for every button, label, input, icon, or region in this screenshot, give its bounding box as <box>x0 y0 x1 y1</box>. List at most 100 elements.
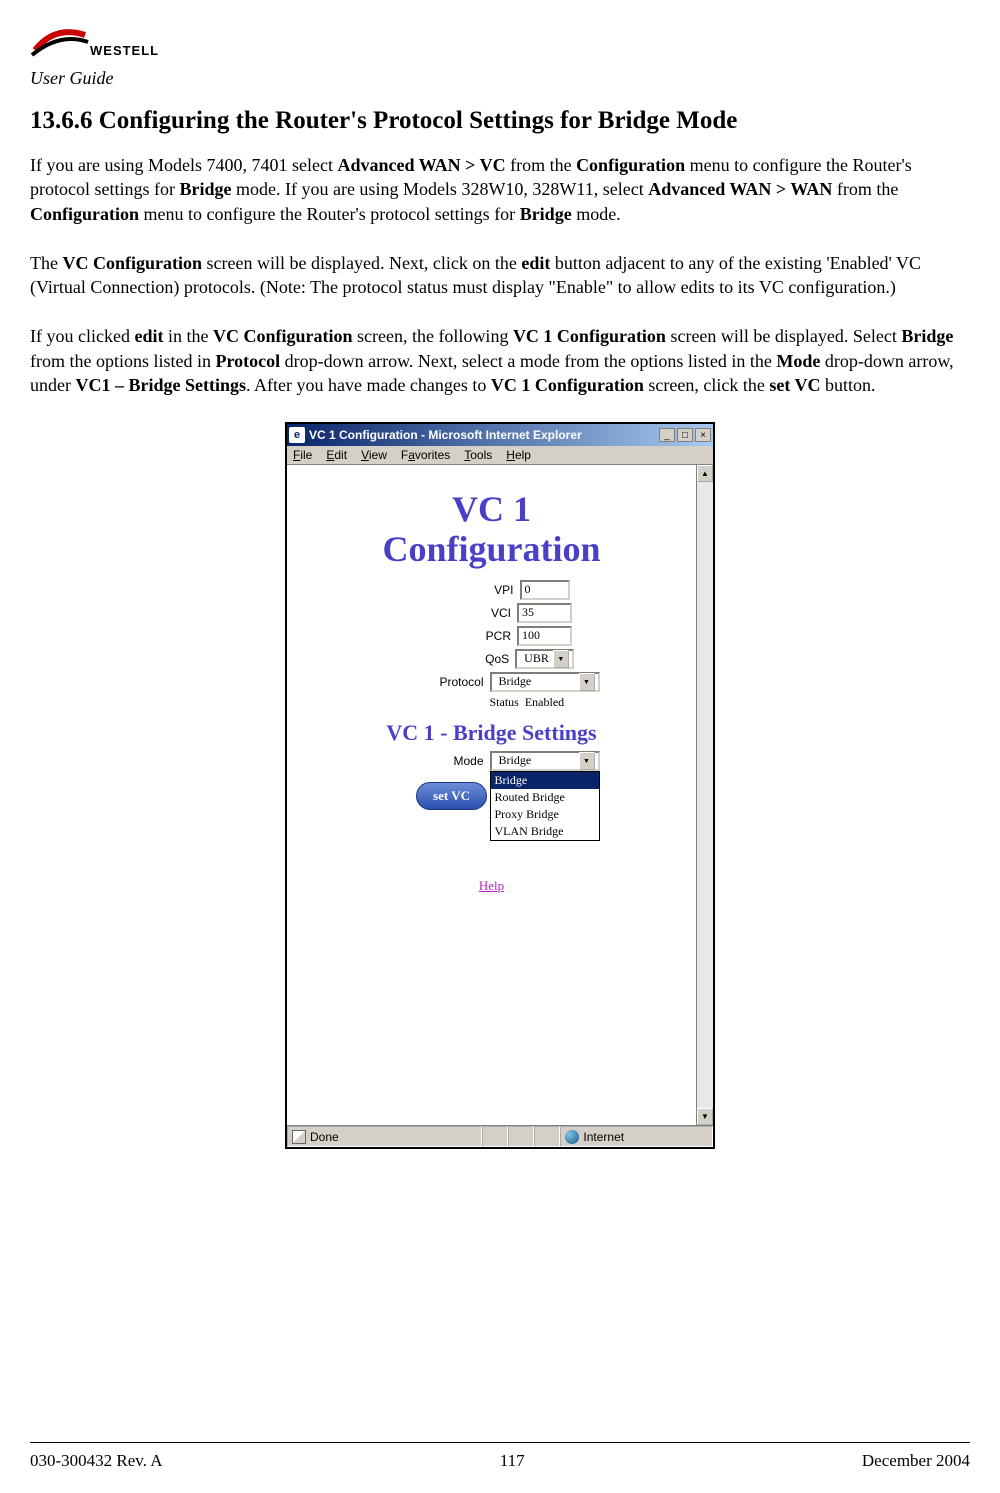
text: . After you have made changes to <box>246 375 491 395</box>
set-vc-button[interactable]: set VC <box>416 782 487 810</box>
bold-text: Bridge <box>520 204 572 224</box>
bold-text: VC Configuration <box>62 253 202 273</box>
document-icon <box>292 1130 306 1144</box>
section-heading: 13.6.6 Configuring the Router's Protocol… <box>30 107 970 135</box>
status-zone: Internet <box>560 1126 713 1147</box>
globe-icon <box>565 1130 579 1144</box>
help-link[interactable]: Help <box>297 878 686 894</box>
text: menu to configure the Router's protocol … <box>139 204 520 224</box>
status-gap3 <box>534 1126 560 1147</box>
vpi-label: VPI <box>414 583 514 597</box>
mode-option-vlan-bridge[interactable]: VLAN Bridge <box>491 823 599 840</box>
westell-swoosh-icon <box>30 20 90 60</box>
bridge-settings-heading: VC 1 - Bridge Settings <box>297 720 686 746</box>
status-zone-label: Internet <box>583 1130 624 1144</box>
status-done: Done <box>287 1126 482 1147</box>
menu-help[interactable]: Help <box>506 448 531 462</box>
text: The <box>30 253 62 273</box>
menu-view[interactable]: View <box>361 448 387 462</box>
chevron-down-icon: ▼ <box>553 650 569 668</box>
pcr-label: PCR <box>411 629 511 643</box>
footer-date: December 2004 <box>862 1451 970 1471</box>
bold-text: VC 1 Configuration <box>491 375 644 395</box>
minimize-button[interactable]: _ <box>659 428 675 442</box>
text: drop-down arrow. Next, select a mode fro… <box>280 351 776 371</box>
section-title: Configuring the Router's Protocol Settin… <box>99 107 738 134</box>
browser-content: VC 1 Configuration VPI VCI PCR QoS UBR▼ … <box>287 465 696 1125</box>
page-heading-l1: VC 1 <box>297 490 686 530</box>
paragraph-3: If you clicked edit in the VC Configurat… <box>30 324 970 397</box>
protocol-label: Protocol <box>384 675 484 689</box>
bold-text: VC Configuration <box>213 326 353 346</box>
footer-page-number: 117 <box>500 1451 525 1471</box>
browser-window: e VC 1 Configuration - Microsoft Interne… <box>285 422 715 1149</box>
footer-doc-id: 030-300432 Rev. A <box>30 1451 163 1471</box>
brand-name: WESTELL <box>90 43 159 58</box>
menu-bar: File Edit View Favorites Tools Help <box>287 446 713 465</box>
mode-option-routed-bridge[interactable]: Routed Bridge <box>491 789 599 806</box>
mode-dropdown-menu: Bridge Routed Bridge Proxy Bridge VLAN B… <box>490 771 600 841</box>
status-value: Enabled <box>525 695 564 710</box>
bold-text: edit <box>521 253 550 273</box>
menu-edit[interactable]: Edit <box>326 448 347 462</box>
menu-favorites[interactable]: Favorites <box>401 448 450 462</box>
window-titlebar[interactable]: e VC 1 Configuration - Microsoft Interne… <box>287 424 713 446</box>
bold-text: set VC <box>769 375 820 395</box>
mode-option-bridge[interactable]: Bridge <box>491 772 599 789</box>
menu-file[interactable]: File <box>293 448 312 462</box>
text: screen will be displayed. Next, click on… <box>202 253 521 273</box>
text: mode. <box>572 204 621 224</box>
status-gap2 <box>508 1126 534 1147</box>
close-button[interactable]: × <box>695 428 711 442</box>
bold-text: Bridge <box>901 326 953 346</box>
mode-value: Bridge <box>495 753 579 768</box>
user-guide-label: User Guide <box>30 68 970 89</box>
menu-tools[interactable]: Tools <box>464 448 492 462</box>
protocol-select[interactable]: Bridge▼ <box>490 672 600 692</box>
vci-label: VCI <box>411 606 511 620</box>
vpi-input[interactable] <box>520 580 570 600</box>
status-label: Status <box>419 695 519 710</box>
scroll-down-icon[interactable]: ▼ <box>697 1108 713 1125</box>
text: If you are using Models 7400, 7401 selec… <box>30 155 337 175</box>
status-done-label: Done <box>310 1130 339 1144</box>
protocol-value: Bridge <box>495 674 579 689</box>
bold-text: VC1 – Bridge Settings <box>75 375 246 395</box>
text: If you clicked <box>30 326 134 346</box>
scroll-track[interactable] <box>697 482 713 1108</box>
bold-text: Configuration <box>576 155 685 175</box>
text: button. <box>821 375 876 395</box>
text: screen, the following <box>352 326 512 346</box>
scroll-up-icon[interactable]: ▲ <box>697 465 713 482</box>
mode-select[interactable]: Bridge▼ <box>490 751 600 771</box>
section-number: 13.6.6 <box>30 107 93 134</box>
text: in the <box>163 326 213 346</box>
page-heading: VC 1 Configuration <box>297 490 686 569</box>
page-footer: 030-300432 Rev. A 117 December 2004 <box>30 1451 970 1471</box>
mode-option-proxy-bridge[interactable]: Proxy Bridge <box>491 806 599 823</box>
bold-text: Configuration <box>30 204 139 224</box>
text: from the <box>832 179 898 199</box>
pcr-input[interactable] <box>517 626 572 646</box>
browser-statusbar: Done Internet <box>287 1125 713 1147</box>
chevron-down-icon: ▼ <box>579 752 595 770</box>
footer-rule <box>30 1442 970 1443</box>
text: from the options listed in <box>30 351 215 371</box>
bold-text: edit <box>134 326 163 346</box>
qos-select[interactable]: UBR▼ <box>515 649 574 669</box>
maximize-button[interactable]: □ <box>677 428 693 442</box>
vertical-scrollbar[interactable]: ▲ ▼ <box>696 465 713 1125</box>
mode-label: Mode <box>384 754 484 768</box>
vci-input[interactable] <box>517 603 572 623</box>
page-logo-section: WESTELL <box>30 20 970 60</box>
bold-text: VC 1 Configuration <box>513 326 666 346</box>
bold-text: Protocol <box>215 351 280 371</box>
text: from the <box>506 155 576 175</box>
page-heading-l2: Configuration <box>297 530 686 570</box>
paragraph-2: The VC Configuration screen will be disp… <box>30 251 970 300</box>
bold-text: Mode <box>776 351 820 371</box>
bold-text: Bridge <box>179 179 231 199</box>
text: mode. If you are using Models 328W10, 32… <box>231 179 648 199</box>
qos-value: UBR <box>520 651 553 666</box>
bold-text: Advanced WAN > WAN <box>648 179 832 199</box>
